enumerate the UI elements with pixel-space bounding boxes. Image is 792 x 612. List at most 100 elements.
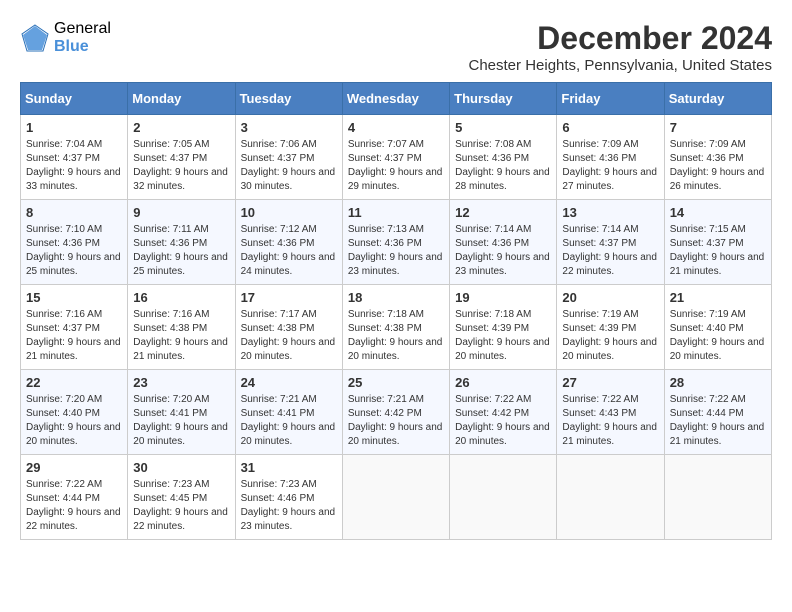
calendar-cell: 1 Sunrise: 7:04 AM Sunset: 4:37 PM Dayli… <box>21 115 128 200</box>
calendar-header-tuesday: Tuesday <box>235 83 342 115</box>
day-info: Sunrise: 7:22 AM Sunset: 4:43 PM Dayligh… <box>562 393 658 449</box>
day-info: Sunrise: 7:18 AM Sunset: 4:39 PM Dayligh… <box>455 308 551 364</box>
calendar-cell: 19 Sunrise: 7:18 AM Sunset: 4:39 PM Dayl… <box>450 285 557 370</box>
day-info: Sunrise: 7:21 AM Sunset: 4:42 PM Dayligh… <box>348 393 444 449</box>
logo-text: General Blue <box>54 20 111 55</box>
calendar-cell: 6 Sunrise: 7:09 AM Sunset: 4:36 PM Dayli… <box>557 115 664 200</box>
calendar-cell <box>450 455 557 540</box>
day-number: 29 <box>26 460 122 475</box>
calendar-header-sunday: Sunday <box>21 83 128 115</box>
calendar-header-row: SundayMondayTuesdayWednesdayThursdayFrid… <box>21 83 772 115</box>
calendar-cell: 9 Sunrise: 7:11 AM Sunset: 4:36 PM Dayli… <box>128 200 235 285</box>
day-info: Sunrise: 7:20 AM Sunset: 4:41 PM Dayligh… <box>133 393 229 449</box>
calendar-cell: 3 Sunrise: 7:06 AM Sunset: 4:37 PM Dayli… <box>235 115 342 200</box>
day-info: Sunrise: 7:23 AM Sunset: 4:45 PM Dayligh… <box>133 478 229 534</box>
day-number: 6 <box>562 120 658 135</box>
day-number: 21 <box>670 290 766 305</box>
calendar-cell: 18 Sunrise: 7:18 AM Sunset: 4:38 PM Dayl… <box>342 285 449 370</box>
day-number: 26 <box>455 375 551 390</box>
calendar-cell: 21 Sunrise: 7:19 AM Sunset: 4:40 PM Dayl… <box>664 285 771 370</box>
day-info: Sunrise: 7:20 AM Sunset: 4:40 PM Dayligh… <box>26 393 122 449</box>
calendar-cell: 31 Sunrise: 7:23 AM Sunset: 4:46 PM Dayl… <box>235 455 342 540</box>
day-info: Sunrise: 7:13 AM Sunset: 4:36 PM Dayligh… <box>348 223 444 279</box>
calendar-cell: 2 Sunrise: 7:05 AM Sunset: 4:37 PM Dayli… <box>128 115 235 200</box>
day-info: Sunrise: 7:22 AM Sunset: 4:42 PM Dayligh… <box>455 393 551 449</box>
calendar-cell: 25 Sunrise: 7:21 AM Sunset: 4:42 PM Dayl… <box>342 370 449 455</box>
calendar-cell: 24 Sunrise: 7:21 AM Sunset: 4:41 PM Dayl… <box>235 370 342 455</box>
location-title: Chester Heights, Pennsylvania, United St… <box>469 57 773 74</box>
day-info: Sunrise: 7:23 AM Sunset: 4:46 PM Dayligh… <box>241 478 337 534</box>
day-info: Sunrise: 7:07 AM Sunset: 4:37 PM Dayligh… <box>348 138 444 194</box>
day-info: Sunrise: 7:22 AM Sunset: 4:44 PM Dayligh… <box>670 393 766 449</box>
day-number: 8 <box>26 205 122 220</box>
day-number: 3 <box>241 120 337 135</box>
day-number: 20 <box>562 290 658 305</box>
day-info: Sunrise: 7:16 AM Sunset: 4:37 PM Dayligh… <box>26 308 122 364</box>
day-number: 22 <box>26 375 122 390</box>
calendar-cell: 23 Sunrise: 7:20 AM Sunset: 4:41 PM Dayl… <box>128 370 235 455</box>
day-number: 24 <box>241 375 337 390</box>
day-info: Sunrise: 7:08 AM Sunset: 4:36 PM Dayligh… <box>455 138 551 194</box>
calendar-cell: 20 Sunrise: 7:19 AM Sunset: 4:39 PM Dayl… <box>557 285 664 370</box>
calendar-cell: 27 Sunrise: 7:22 AM Sunset: 4:43 PM Dayl… <box>557 370 664 455</box>
title-section: December 2024 Chester Heights, Pennsylva… <box>469 20 773 74</box>
day-number: 23 <box>133 375 229 390</box>
calendar-header-monday: Monday <box>128 83 235 115</box>
day-number: 11 <box>348 205 444 220</box>
calendar-cell: 5 Sunrise: 7:08 AM Sunset: 4:36 PM Dayli… <box>450 115 557 200</box>
day-number: 31 <box>241 460 337 475</box>
day-number: 30 <box>133 460 229 475</box>
calendar-cell: 29 Sunrise: 7:22 AM Sunset: 4:44 PM Dayl… <box>21 455 128 540</box>
day-info: Sunrise: 7:22 AM Sunset: 4:44 PM Dayligh… <box>26 478 122 534</box>
day-number: 25 <box>348 375 444 390</box>
calendar-cell: 22 Sunrise: 7:20 AM Sunset: 4:40 PM Dayl… <box>21 370 128 455</box>
calendar-week-row: 29 Sunrise: 7:22 AM Sunset: 4:44 PM Dayl… <box>21 455 772 540</box>
day-info: Sunrise: 7:19 AM Sunset: 4:39 PM Dayligh… <box>562 308 658 364</box>
calendar-cell: 11 Sunrise: 7:13 AM Sunset: 4:36 PM Dayl… <box>342 200 449 285</box>
calendar-cell: 4 Sunrise: 7:07 AM Sunset: 4:37 PM Dayli… <box>342 115 449 200</box>
day-info: Sunrise: 7:06 AM Sunset: 4:37 PM Dayligh… <box>241 138 337 194</box>
month-title: December 2024 <box>469 20 773 57</box>
day-info: Sunrise: 7:04 AM Sunset: 4:37 PM Dayligh… <box>26 138 122 194</box>
calendar-week-row: 8 Sunrise: 7:10 AM Sunset: 4:36 PM Dayli… <box>21 200 772 285</box>
logo-icon <box>20 23 50 53</box>
calendar-header-thursday: Thursday <box>450 83 557 115</box>
calendar-header-friday: Friday <box>557 83 664 115</box>
calendar-cell <box>342 455 449 540</box>
day-number: 4 <box>348 120 444 135</box>
calendar-cell: 16 Sunrise: 7:16 AM Sunset: 4:38 PM Dayl… <box>128 285 235 370</box>
calendar-cell: 30 Sunrise: 7:23 AM Sunset: 4:45 PM Dayl… <box>128 455 235 540</box>
calendar-cell: 13 Sunrise: 7:14 AM Sunset: 4:37 PM Dayl… <box>557 200 664 285</box>
day-number: 18 <box>348 290 444 305</box>
calendar-table: SundayMondayTuesdayWednesdayThursdayFrid… <box>20 82 772 540</box>
day-info: Sunrise: 7:15 AM Sunset: 4:37 PM Dayligh… <box>670 223 766 279</box>
calendar-cell: 17 Sunrise: 7:17 AM Sunset: 4:38 PM Dayl… <box>235 285 342 370</box>
page-header: General Blue December 2024 Chester Heigh… <box>20 20 772 74</box>
day-number: 27 <box>562 375 658 390</box>
calendar-week-row: 15 Sunrise: 7:16 AM Sunset: 4:37 PM Dayl… <box>21 285 772 370</box>
day-number: 28 <box>670 375 766 390</box>
day-info: Sunrise: 7:18 AM Sunset: 4:38 PM Dayligh… <box>348 308 444 364</box>
calendar-cell: 7 Sunrise: 7:09 AM Sunset: 4:36 PM Dayli… <box>664 115 771 200</box>
calendar-week-row: 1 Sunrise: 7:04 AM Sunset: 4:37 PM Dayli… <box>21 115 772 200</box>
day-info: Sunrise: 7:17 AM Sunset: 4:38 PM Dayligh… <box>241 308 337 364</box>
day-number: 7 <box>670 120 766 135</box>
calendar-cell <box>557 455 664 540</box>
day-info: Sunrise: 7:14 AM Sunset: 4:37 PM Dayligh… <box>562 223 658 279</box>
day-number: 9 <box>133 205 229 220</box>
day-info: Sunrise: 7:11 AM Sunset: 4:36 PM Dayligh… <box>133 223 229 279</box>
day-number: 12 <box>455 205 551 220</box>
calendar-header-wednesday: Wednesday <box>342 83 449 115</box>
day-number: 15 <box>26 290 122 305</box>
calendar-cell: 26 Sunrise: 7:22 AM Sunset: 4:42 PM Dayl… <box>450 370 557 455</box>
day-number: 13 <box>562 205 658 220</box>
calendar-cell: 12 Sunrise: 7:14 AM Sunset: 4:36 PM Dayl… <box>450 200 557 285</box>
calendar-cell: 15 Sunrise: 7:16 AM Sunset: 4:37 PM Dayl… <box>21 285 128 370</box>
calendar-body: 1 Sunrise: 7:04 AM Sunset: 4:37 PM Dayli… <box>21 115 772 540</box>
calendar-cell: 14 Sunrise: 7:15 AM Sunset: 4:37 PM Dayl… <box>664 200 771 285</box>
day-number: 19 <box>455 290 551 305</box>
logo-blue: Blue <box>54 38 111 56</box>
day-info: Sunrise: 7:21 AM Sunset: 4:41 PM Dayligh… <box>241 393 337 449</box>
calendar-cell: 28 Sunrise: 7:22 AM Sunset: 4:44 PM Dayl… <box>664 370 771 455</box>
calendar-cell <box>664 455 771 540</box>
